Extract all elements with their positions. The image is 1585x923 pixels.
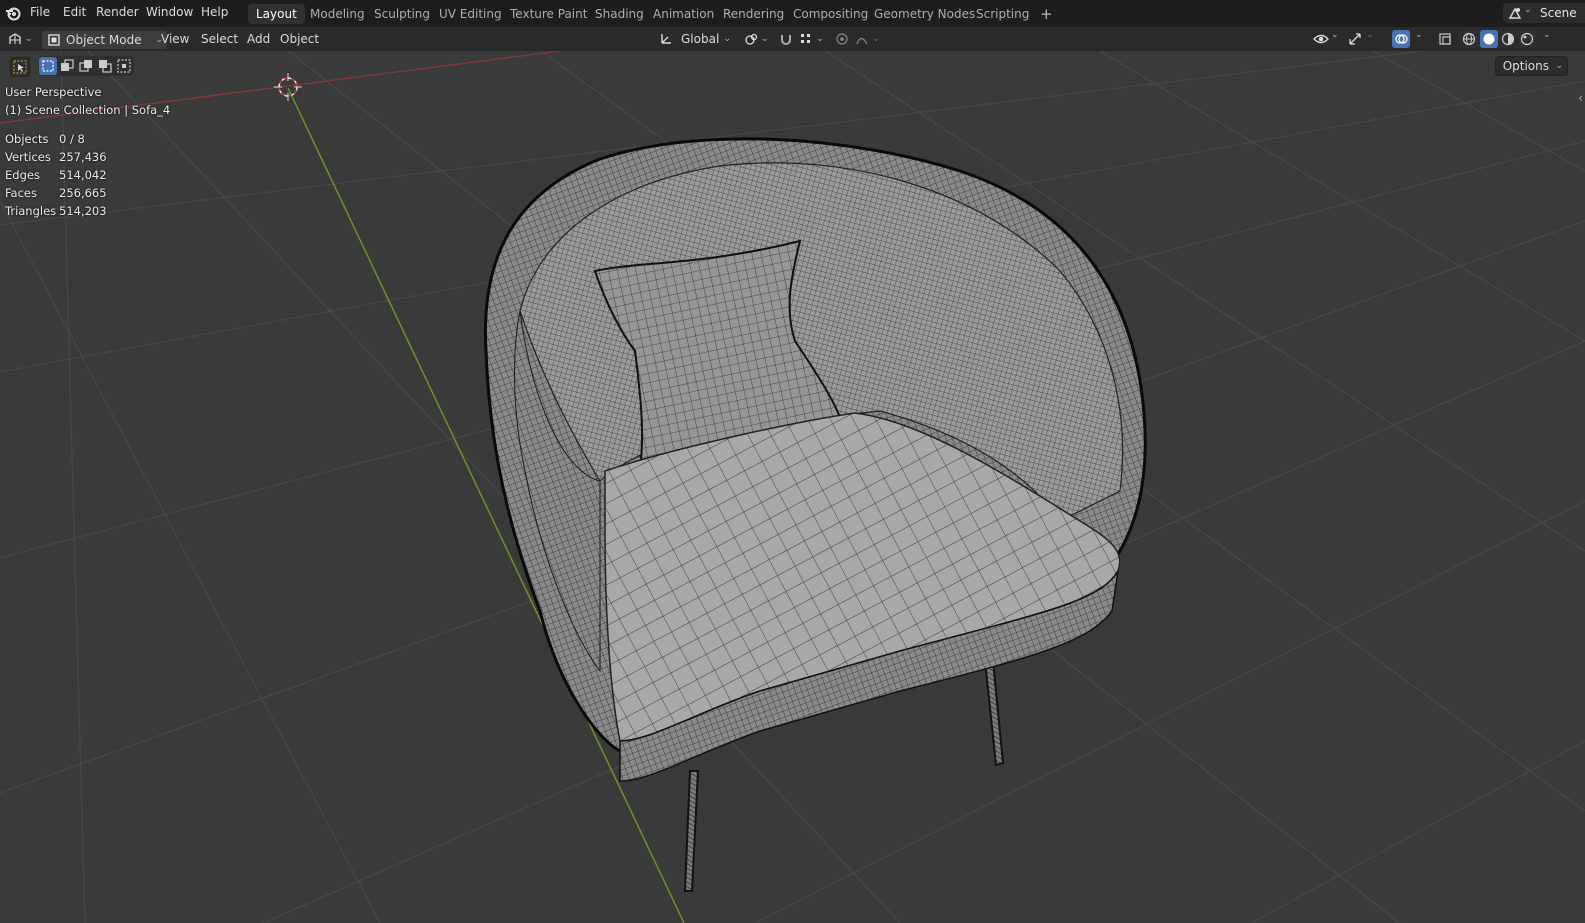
viewport-editor-icon [9, 33, 21, 44]
stat-label: Edges [5, 168, 40, 182]
chevron-down-icon: ⌄ [723, 34, 731, 44]
stat-value: 514,042 [59, 168, 107, 182]
scene-icon [1508, 7, 1522, 19]
solid-shading-button[interactable] [1480, 30, 1498, 48]
3d-cursor-icon [274, 73, 302, 101]
tab-compositing[interactable]: Compositing [785, 4, 876, 24]
blender-logo-icon[interactable] [5, 5, 21, 21]
snap-target-button[interactable]: ⌄ [797, 30, 827, 48]
tab-layout[interactable]: Layout [248, 4, 305, 24]
chevron-down-icon: ⌄ [1524, 5, 1532, 15]
proportional-editing-toggle[interactable] [833, 30, 851, 48]
object-mode-icon [48, 34, 60, 46]
sidebar-toggle-chevron-icon[interactable]: ‹ [1578, 91, 1583, 105]
add-workspace-button[interactable]: + [1032, 4, 1061, 24]
scene-name: Scene [1540, 6, 1577, 20]
eye-icon [1313, 34, 1329, 44]
stat-value: 0 / 8 [59, 132, 85, 146]
armchair-mesh [483, 137, 1147, 892]
chevron-down-icon: ⌄ [1555, 61, 1563, 71]
collection-label: (1) Scene Collection | Sofa_4 [5, 103, 171, 117]
chevron-down-icon: ⌄ [816, 34, 824, 44]
tab-uv-editing[interactable]: UV Editing [431, 4, 510, 24]
tab-scripting[interactable]: Scripting [968, 4, 1037, 24]
menu-edit[interactable]: Edit [63, 5, 86, 19]
stat-label: Triangles [5, 204, 57, 218]
tab-animation[interactable]: Animation [645, 4, 722, 24]
overlays-dropdown-chevron-icon[interactable]: ⌄ [1415, 30, 1423, 40]
editor-type-button[interactable]: ⌄ [6, 30, 34, 48]
tab-geometry-nodes[interactable]: Geometry Nodes [866, 4, 983, 24]
overlay-icon [1395, 34, 1408, 44]
menu-select[interactable]: Select [201, 30, 238, 48]
viewport-scene [0, 51, 1585, 923]
rendered-shading-icon[interactable] [1520, 32, 1534, 46]
solid-shading-icon [1483, 33, 1495, 45]
cursor-arrow-icon [13, 60, 27, 74]
stat-value: 257,436 [59, 150, 107, 164]
tab-texture-paint[interactable]: Texture Paint [502, 4, 595, 24]
select-new-icon [42, 60, 54, 72]
xray-toggle[interactable] [1436, 30, 1454, 48]
viewport-header: ⌄ Object Mode ⌄ View Select Add Object G… [0, 27, 1585, 51]
menu-render[interactable]: Render [96, 5, 139, 19]
chevron-down-icon: ⌄ [872, 34, 880, 44]
tab-sculpting[interactable]: Sculpting [366, 4, 438, 24]
mode-selector[interactable]: Object Mode ⌄ [41, 30, 168, 50]
stat-value: 514,203 [59, 204, 107, 218]
select-tool-button[interactable] [10, 57, 30, 77]
view-name: User Perspective [5, 85, 102, 99]
tab-rendering[interactable]: Rendering [715, 4, 792, 24]
snap-toggle[interactable] [777, 30, 795, 48]
tab-shading[interactable]: Shading [587, 4, 652, 24]
menu-object[interactable]: Object [280, 30, 319, 48]
orientation-label: Global [681, 32, 720, 46]
tab-modeling[interactable]: Modeling [302, 4, 373, 24]
transform-orientation-selector[interactable]: Global ⌄ [655, 30, 735, 48]
orientation-axes-icon [661, 34, 671, 44]
stat-label: Objects [5, 132, 49, 146]
material-shading-icon[interactable] [1501, 32, 1515, 46]
stat-label: Vertices [5, 150, 51, 164]
select-invert-icon[interactable] [98, 59, 112, 73]
chevron-down-icon: ⌄ [1331, 30, 1339, 40]
selection-mode-group [38, 56, 134, 76]
shading-mode-group [1459, 30, 1537, 48]
overlays-toggle[interactable] [1392, 30, 1410, 48]
scene-selector[interactable]: ⌄ Scene [1503, 3, 1585, 23]
wireframe-shading-icon[interactable] [1462, 32, 1476, 46]
visibility-filter-button[interactable]: ⌄ [1312, 30, 1340, 48]
xray-icon [1439, 33, 1451, 45]
select-new-button[interactable] [39, 57, 57, 75]
menu-window[interactable]: Window [146, 5, 193, 19]
options-label: Options [1502, 59, 1549, 73]
stat-value: 256,665 [59, 186, 107, 200]
top-menu-bar: File Edit Render Window Help Layout Mode… [0, 0, 1585, 28]
stat-label: Faces [5, 186, 37, 200]
pivot-point-button[interactable]: ⌄ [742, 30, 772, 48]
menu-file[interactable]: File [30, 5, 50, 19]
menu-add[interactable]: Add [247, 30, 270, 48]
mode-label: Object Mode [66, 33, 142, 47]
select-subtract-icon[interactable] [79, 59, 93, 73]
menu-view[interactable]: View [161, 30, 189, 48]
select-intersect-icon[interactable] [117, 59, 131, 73]
options-button[interactable]: Options ⌄ [1494, 56, 1568, 76]
snap-grid-icon [801, 34, 810, 43]
chevron-down-icon: ⌄ [761, 34, 769, 44]
proportional-icon [836, 33, 848, 45]
chevron-down-icon: ⌄ [25, 34, 33, 44]
falloff-button[interactable]: ⌄ [853, 30, 881, 48]
gizmo-toggle[interactable]: ⌄ [1346, 30, 1376, 48]
falloff-curve-icon [856, 37, 868, 45]
3d-viewport[interactable]: Options ⌄ ‹ User Perspective (1) Scene C… [0, 51, 1585, 923]
shading-dropdown-chevron-icon[interactable]: ⌄ [1543, 30, 1551, 40]
gizmo-icon [1349, 33, 1361, 45]
select-extend-icon[interactable] [60, 59, 74, 73]
menu-help[interactable]: Help [201, 5, 228, 19]
pivot-icon [745, 33, 758, 45]
chevron-down-icon: ⌄ [1366, 30, 1374, 40]
magnet-icon [781, 35, 791, 45]
